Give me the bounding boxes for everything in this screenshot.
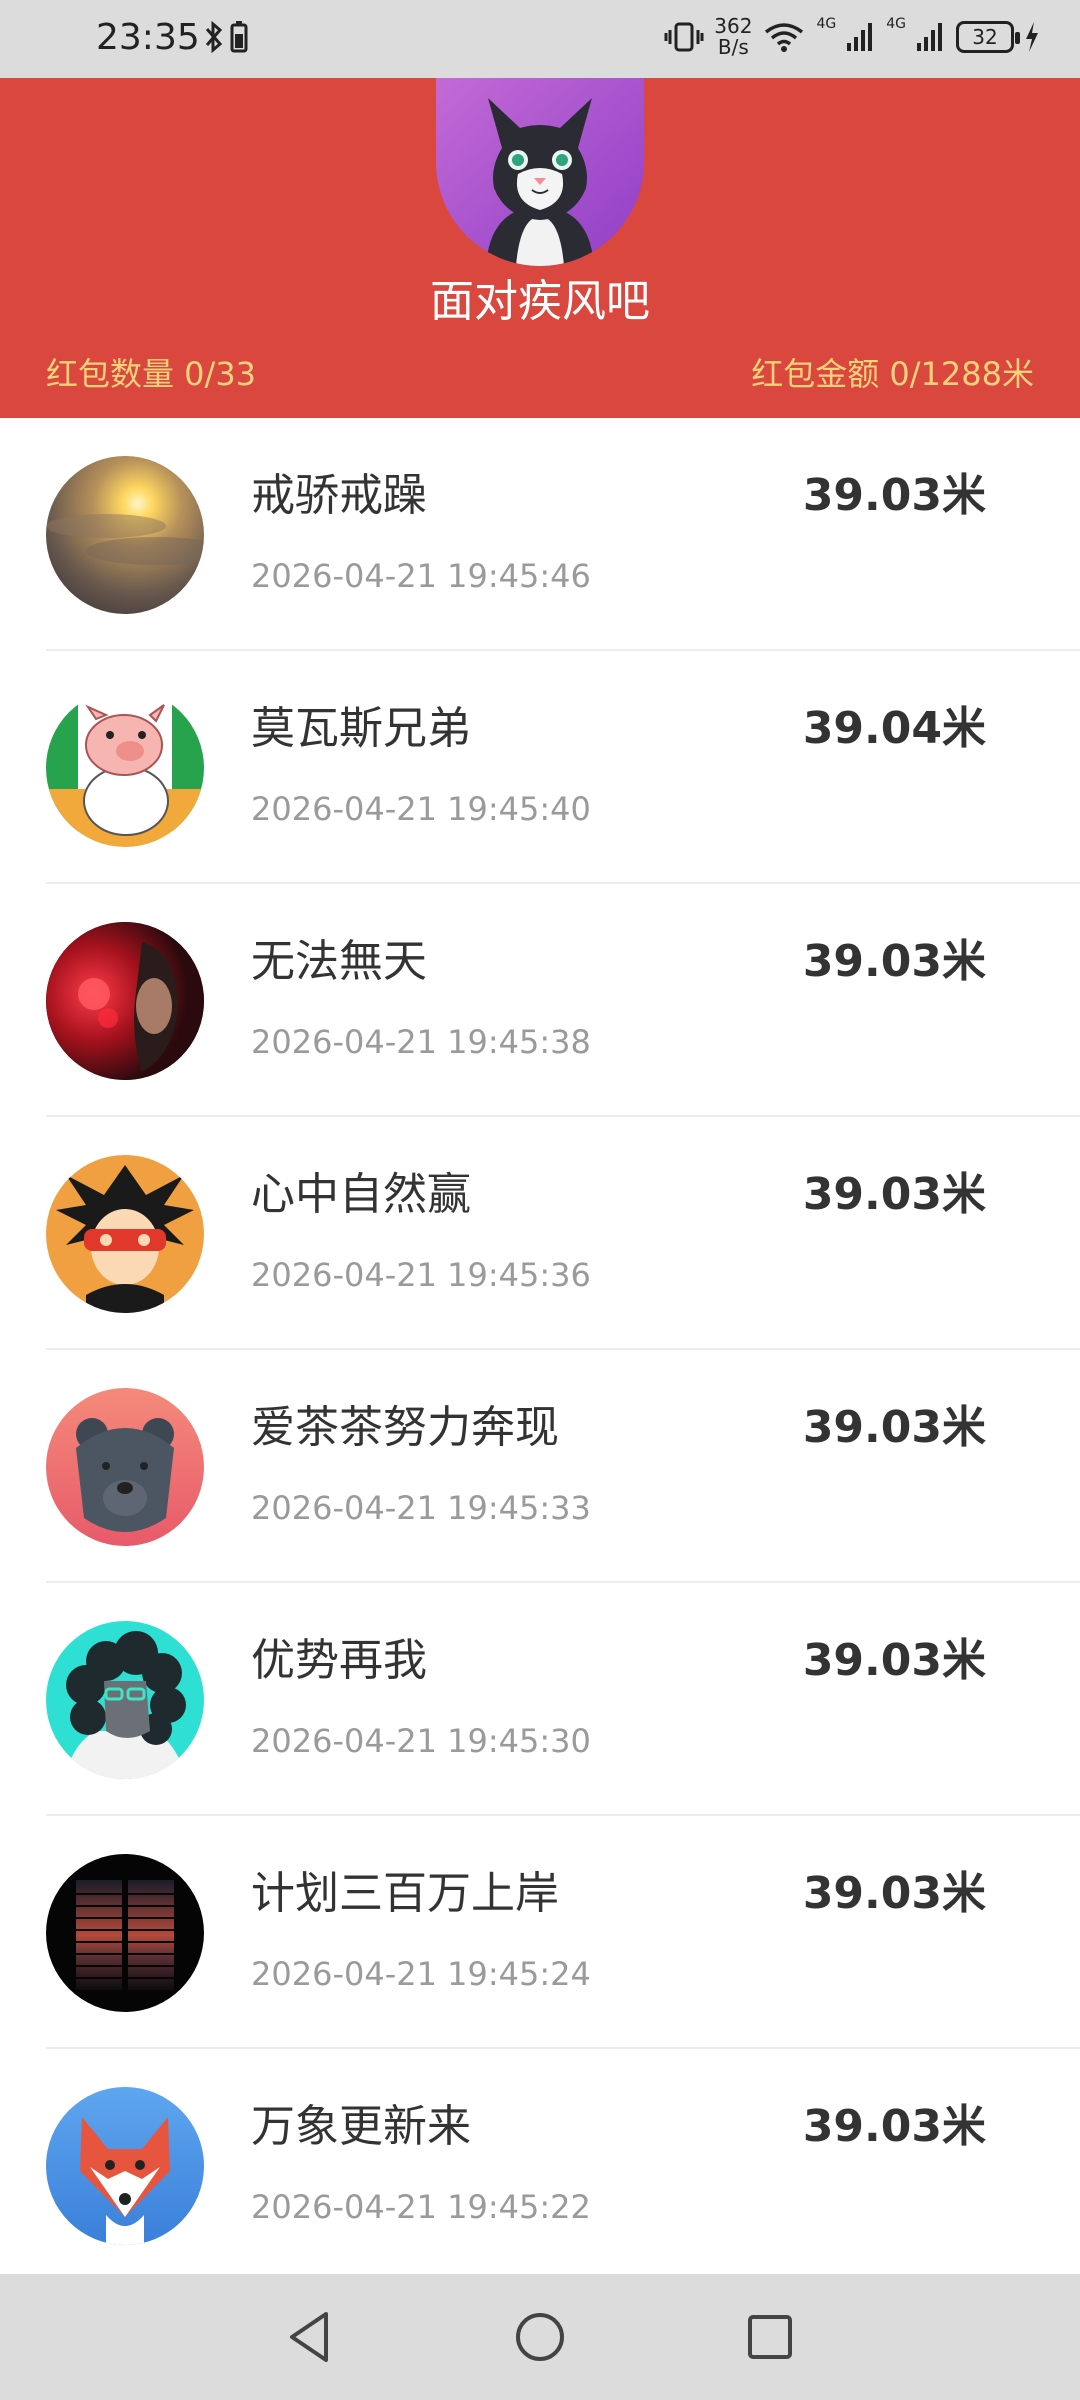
user-name: 无法無天: [251, 936, 427, 987]
claim-amount: 39.03米: [802, 1868, 986, 1919]
claim-amount: 39.04米: [802, 703, 986, 754]
claim-time: 2026-04-21 19:45:22: [251, 2188, 591, 2226]
claim-time: 2026-04-21 19:45:36: [251, 1256, 591, 1294]
fox-avatar-icon[interactable]: [46, 2087, 204, 2245]
list-item[interactable]: 计划三百万上岸 2026-04-21 19:45:24 39.03米: [0, 1816, 1080, 2049]
bluetooth-icon: [205, 20, 223, 54]
sim2-label: 4G: [886, 16, 906, 32]
list-item[interactable]: 万象更新来 2026-04-21 19:45:22 39.03米: [0, 2049, 1080, 2274]
claim-time: 2026-04-21 19:45:33: [251, 1489, 591, 1527]
status-left-icons: [204, 20, 248, 54]
claim-amount: 39.03米: [802, 470, 986, 521]
claim-time: 2026-04-21 19:45:24: [251, 1955, 591, 1993]
cat-avatar-icon: [436, 78, 644, 266]
dark-red-flower-avatar-icon[interactable]: [46, 922, 204, 1080]
sunset-sky-avatar-icon[interactable]: [46, 456, 204, 614]
red-envelope-header: 面对疾风吧 红包数量 0/33 红包金额 0/1288米: [0, 78, 1080, 418]
back-triangle-icon: [290, 2312, 328, 2362]
status-right-icons: 362 B/s 4G 4G 32: [664, 16, 1040, 58]
recents-button[interactable]: [740, 2307, 800, 2367]
claim-time: 2026-04-21 19:45:38: [251, 1023, 591, 1061]
red-envelope-amount: 红包金额 0/1288米: [751, 355, 1034, 393]
claim-time: 2026-04-21 19:45:40: [251, 790, 591, 828]
net-speed-value: 362: [714, 14, 753, 38]
status-bar: 23:35 362 B/s 4G 4G 32: [0, 0, 1080, 78]
list-item[interactable]: 优势再我 2026-04-21 19:45:30 39.03米: [0, 1583, 1080, 1816]
host-name: 面对疾风吧: [430, 276, 650, 327]
list-item[interactable]: 莫瓦斯兄弟 2026-04-21 19:45:40 39.04米: [0, 651, 1080, 884]
claim-amount: 39.03米: [802, 2101, 986, 2152]
vibrate-icon: [664, 22, 704, 52]
red-envelope-count: 红包数量 0/33: [46, 355, 257, 393]
anime-boy-avatar-icon[interactable]: [46, 1155, 204, 1313]
back-button[interactable]: [280, 2307, 340, 2367]
battery-icon: 32: [956, 21, 1020, 53]
cartoon-pig-avatar-icon[interactable]: [46, 689, 204, 847]
user-name: 莫瓦斯兄弟: [251, 703, 471, 754]
claim-amount: 39.03米: [802, 1635, 986, 1686]
status-time: 23:35: [96, 17, 200, 58]
claim-time: 2026-04-21 19:45:30: [251, 1722, 591, 1760]
charging-icon: [1026, 22, 1038, 52]
curly-hair-person-avatar-icon[interactable]: [46, 1621, 204, 1779]
system-navigation-bar: [0, 2274, 1080, 2400]
signal-icon-sim1: [847, 23, 873, 51]
list-item[interactable]: 心中自然赢 2026-04-21 19:45:36 39.03米: [0, 1117, 1080, 1350]
signal-icon-sim2: [917, 23, 942, 51]
window-sunset-avatar-icon[interactable]: [46, 1854, 204, 2012]
net-speed: 362 B/s: [714, 16, 752, 58]
user-name: 心中自然赢: [251, 1169, 471, 1220]
list-item[interactable]: 无法無天 2026-04-21 19:45:38 39.03米: [0, 884, 1080, 1117]
wifi-icon: [765, 23, 804, 52]
claim-amount: 39.03米: [802, 1169, 986, 1220]
bear-avatar-icon[interactable]: [46, 1388, 204, 1546]
recents-square-icon: [748, 2315, 792, 2359]
net-speed-unit: B/s: [717, 35, 749, 59]
list-item[interactable]: 爱茶茶努力奔现 2026-04-21 19:45:33 39.03米: [0, 1350, 1080, 1583]
claim-amount: 39.03米: [802, 936, 986, 987]
home-button[interactable]: [510, 2307, 570, 2367]
battery-level: 32: [972, 25, 998, 49]
user-name: 爱茶茶努力奔现: [251, 1402, 559, 1453]
claim-amount: 39.03米: [802, 1402, 986, 1453]
list-item[interactable]: 戒骄戒躁 2026-04-21 19:45:46 39.03米: [0, 418, 1080, 651]
host-avatar[interactable]: [436, 78, 644, 266]
home-circle-icon: [516, 2313, 564, 2361]
sim1-label: 4G: [816, 16, 837, 32]
user-name: 戒骄戒躁: [251, 470, 427, 521]
user-name: 计划三百万上岸: [251, 1868, 559, 1919]
battery-saver-icon: [230, 21, 248, 53]
claim-record-list: 戒骄戒躁 2026-04-21 19:45:46 39.03米 莫瓦斯兄弟 20…: [0, 418, 1080, 2274]
user-name: 万象更新来: [251, 2101, 471, 2152]
user-name: 优势再我: [251, 1635, 427, 1686]
claim-time: 2026-04-21 19:45:46: [251, 557, 591, 595]
